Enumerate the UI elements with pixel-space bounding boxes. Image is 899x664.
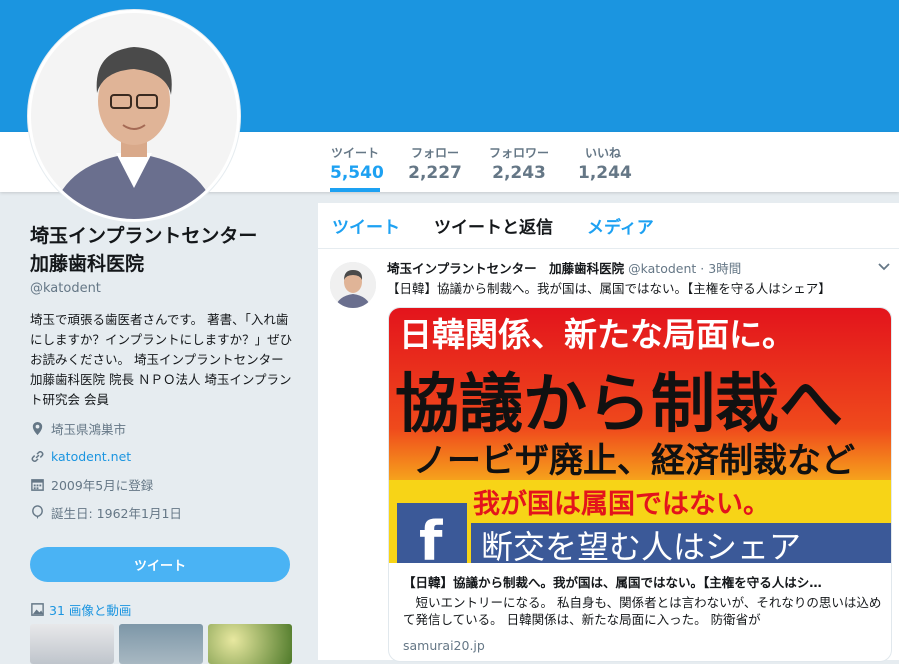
card-image-statement: 我が国は属国ではない。 — [473, 488, 770, 520]
stat-value: 5,540 — [330, 163, 384, 183]
tab-media[interactable]: メディア — [587, 213, 654, 238]
image-icon — [31, 603, 44, 616]
profile-name[interactable]: 埼玉インプラントセンター 加藤歯科医院 — [30, 222, 295, 278]
stat-value: 2,243 — [492, 163, 546, 183]
stat-label: フォロー — [410, 146, 459, 160]
link-card[interactable]: 日韓関係、新たな局面に。 協議から制裁へ ノービザ廃止、経済制裁など 我が国は属… — [388, 307, 892, 662]
balloon-icon — [32, 504, 43, 519]
profile-handle: @katodent — [30, 281, 101, 296]
portrait-image — [31, 13, 237, 219]
url-row: katodent.net — [30, 442, 295, 470]
card-image: 日韓関係、新たな局面に。 協議から制裁へ ノービザ廃止、経済制裁など 我が国は属… — [389, 308, 891, 573]
media-label: 31 画像と動画 — [49, 603, 132, 618]
media-thumbnail[interactable] — [30, 624, 114, 664]
stat-tweets[interactable]: ツイート 5,540 — [330, 144, 384, 192]
tweet-author-handle[interactable]: @katodent — [628, 261, 696, 276]
stat-likes[interactable]: いいね 1,244 — [578, 144, 632, 183]
stat-label: フォロワー — [488, 146, 549, 160]
tab-tweets-replies[interactable]: ツイートと返信 — [434, 213, 553, 238]
tab-tweets[interactable]: ツイート — [332, 213, 400, 238]
media-thumbnail[interactable] — [119, 624, 203, 664]
calendar-icon — [31, 478, 44, 491]
card-description: 短いエントリーになる。 私自身も、関係者とは言わないが、それなりの思いは込めて発… — [403, 595, 882, 627]
tweet-text: 【日韓】協議から制裁へ。我が国は、属国ではない。【主権を守る人はシェア】 — [387, 281, 831, 296]
chevron-down-icon[interactable] — [878, 261, 890, 273]
stat-value: 2,227 — [408, 163, 462, 183]
stat-following[interactable]: フォロー 2,227 — [407, 144, 463, 183]
birthday-row: 誕生日: 1962年1月1日 — [30, 498, 295, 526]
stat-value: 1,244 — [578, 163, 632, 183]
facebook-icon: f — [419, 510, 443, 563]
tweet-author-name[interactable]: 埼玉インプラントセンター 加藤歯科医院 — [387, 261, 624, 276]
stat-label: いいね — [584, 146, 621, 160]
media-thumbnail[interactable] — [208, 624, 292, 664]
stat-label: ツイート — [330, 146, 379, 160]
card-url: samurai20.jp — [403, 638, 485, 653]
link-icon — [31, 450, 44, 462]
card-image-title: 協議から制裁へ — [395, 368, 843, 442]
media-thumbnails — [30, 624, 292, 664]
portrait-image — [330, 262, 376, 308]
card-image-callout: 断交を望む人はシェア — [481, 528, 801, 563]
card-title: 【日韓】協議から制裁へ。我が国は、属国ではない。【主権を守る人はシ… — [403, 575, 822, 590]
location-text: 埼玉県鴻巣市 — [51, 421, 127, 437]
profile-avatar[interactable] — [28, 10, 240, 222]
location-icon — [32, 421, 43, 435]
location-row: 埼玉県鴻巣市 — [30, 414, 295, 442]
timeline-tabs: ツイート ツイートと返信 メディア — [318, 203, 899, 249]
stat-followers[interactable]: フォロワー 2,243 — [486, 144, 552, 183]
media-link[interactable]: 31 画像と動画 — [30, 600, 131, 619]
profile-bio: 埼玉で頑張る歯医者さんです。 著書、「入れ歯にしますか？インプラントにしますか？… — [30, 312, 297, 407]
card-image-subtitle: ノービザ廃止、経済制裁など — [413, 441, 855, 481]
profile-sidebar: 埼玉インプラントセンター 加藤歯科医院 @katodent 埼玉で頑張る歯医者さ… — [30, 222, 297, 664]
profile-url-link[interactable]: katodent.net — [51, 449, 131, 464]
card-image-headline: 日韓関係、新たな局面に。 — [399, 315, 795, 354]
timeline: ツイート ツイートと返信 メディア 埼玉インプラントセンター 加藤歯科医院 @k… — [318, 203, 899, 662]
joined-text: 2009年5月に登録 — [51, 477, 154, 493]
birthday-text: 誕生日: 1962年1月1日 — [51, 505, 182, 521]
tweet-header: 埼玉インプラントセンター 加藤歯科医院 @katodent · 3時間 — [387, 258, 741, 277]
tweet-avatar[interactable] — [330, 262, 376, 308]
joined-row: 2009年5月に登録 — [30, 470, 295, 498]
tweet-timestamp[interactable]: · 3時間 — [700, 261, 741, 276]
tweet-button[interactable]: ツイート — [30, 547, 290, 582]
